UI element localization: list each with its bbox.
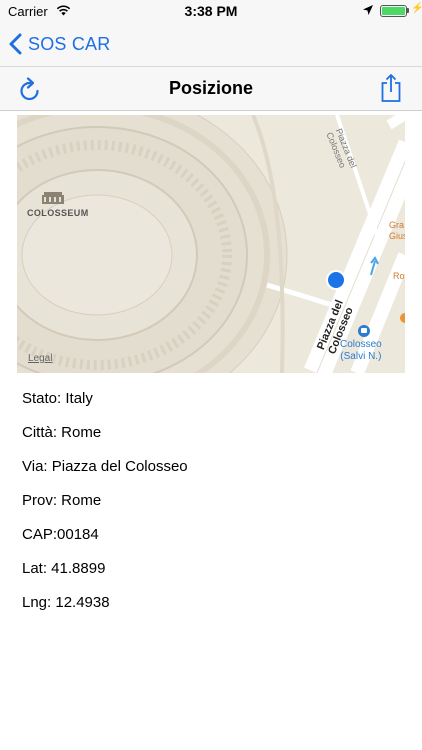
back-button[interactable]: SOS CAR bbox=[8, 30, 110, 58]
poi-label-right: Gra Gius bbox=[389, 220, 405, 242]
detail-cap: CAP:00184 bbox=[22, 526, 99, 543]
navigation-bar: SOS CAR bbox=[0, 22, 422, 66]
poi-label-right-2: Roy bbox=[393, 271, 405, 281]
status-bar: Carrier 3:38 PM ⚡ bbox=[0, 0, 422, 22]
status-time: 3:38 PM bbox=[184, 3, 238, 19]
chevron-left-icon bbox=[9, 33, 22, 55]
bus-stop-label: Colosseo (Salvi N.) bbox=[340, 339, 382, 363]
map-view[interactable]: COLOSSEUM Piazza del Colosseo Piazza del… bbox=[17, 115, 405, 373]
detail-citta: Città: Rome bbox=[22, 424, 102, 441]
location-arrow-icon bbox=[363, 5, 373, 15]
bus-stop-line1: Colosseo bbox=[340, 339, 382, 350]
page-title: Posizione bbox=[168, 78, 253, 98]
bus-stop-line2: (Salvi N.) bbox=[340, 351, 382, 362]
map-legal-link[interactable]: Legal bbox=[28, 353, 52, 364]
address-details: Stato: Italy Città: Rome Via: Piazza del… bbox=[22, 390, 402, 628]
detail-stato: Stato: Italy bbox=[22, 390, 93, 407]
charging-bolt-icon: ⚡ bbox=[411, 3, 422, 14]
detail-via: Via: Piazza del Colosseo bbox=[22, 458, 188, 475]
detail-lat: Lat: 41.8899 bbox=[22, 560, 106, 577]
battery-cap bbox=[407, 8, 409, 13]
detail-prov: Prov: Rome bbox=[22, 492, 102, 509]
poi-label-line2: Gius bbox=[389, 231, 405, 241]
landmark-label: COLOSSEUM bbox=[27, 208, 89, 218]
detail-lng: Lng: 12.4938 bbox=[22, 594, 110, 611]
battery-icon bbox=[380, 5, 407, 17]
back-button-label: SOS CAR bbox=[28, 33, 111, 54]
battery-fill bbox=[382, 7, 405, 15]
toolbar: Posizione bbox=[0, 66, 422, 111]
share-icon[interactable] bbox=[380, 73, 402, 103]
poi-label-line1: Gra bbox=[389, 220, 405, 230]
